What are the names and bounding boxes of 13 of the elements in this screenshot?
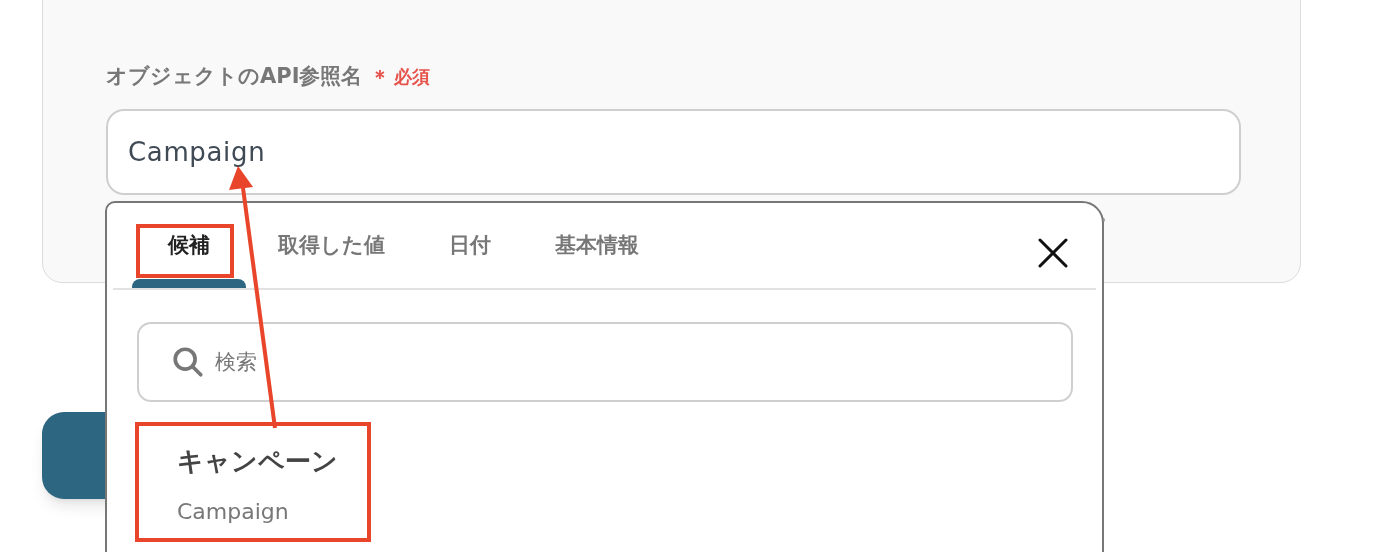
suggestion-title: キャンペーン bbox=[177, 445, 339, 478]
close-icon[interactable] bbox=[1038, 238, 1068, 268]
tab[interactable]: 基本情報 bbox=[523, 203, 671, 288]
suggestion-item[interactable]: キャンペーン Campaign bbox=[177, 442, 1096, 528]
search-field[interactable]: 検索 bbox=[137, 322, 1073, 402]
field-label: オブジェクトのAPI参照名 bbox=[106, 63, 363, 90]
suggestion-subtitle: Campaign bbox=[177, 498, 290, 526]
tab[interactable]: 取得した値 bbox=[246, 203, 417, 288]
required-label: 必須 bbox=[394, 65, 431, 90]
input-field[interactable]: Campaign bbox=[106, 108, 1241, 195]
search-icon bbox=[171, 345, 205, 379]
required-mark: ＊ bbox=[370, 63, 391, 91]
tab[interactable]: 日付 bbox=[417, 203, 523, 288]
